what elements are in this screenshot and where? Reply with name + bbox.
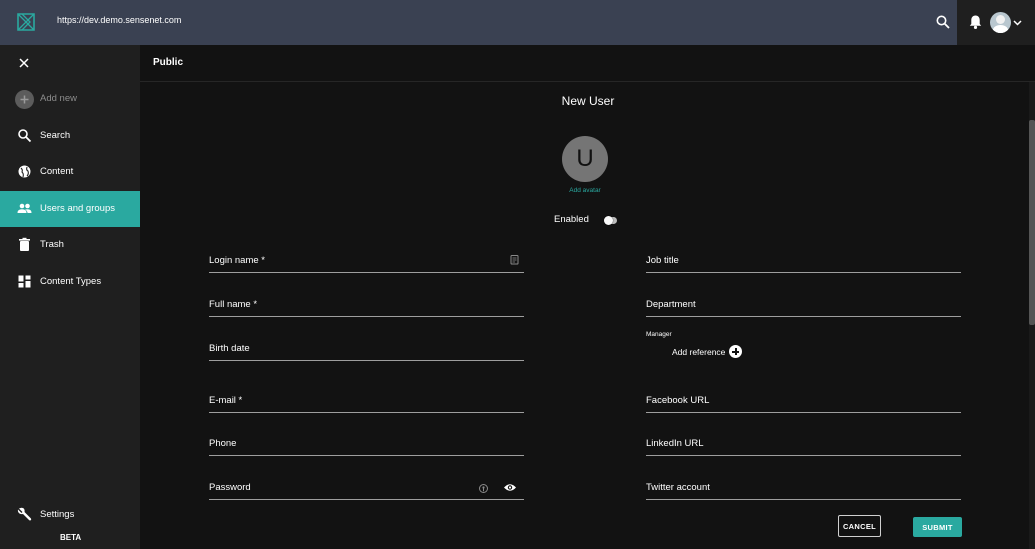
sidebar-item-settings[interactable]: Settings xyxy=(0,497,140,533)
sidebar-item-label: Trash xyxy=(40,239,64,250)
password-rules-icon[interactable] xyxy=(478,483,489,494)
search-icon xyxy=(18,129,32,143)
add-avatar-link[interactable]: Add avatar xyxy=(555,187,615,194)
widgets-icon xyxy=(18,275,31,288)
full-name-field[interactable]: Full name * xyxy=(209,299,524,317)
add-reference-link[interactable]: Add reference xyxy=(672,347,725,357)
sidebar-item-search[interactable]: Search xyxy=(0,118,140,154)
field-label: Password xyxy=(209,482,251,493)
avatar-body-shape xyxy=(993,25,1008,33)
sidebar-item-label: Search xyxy=(40,130,71,141)
manager-label: Manager xyxy=(646,331,672,338)
sidebar-item-label: Users and groups xyxy=(40,203,115,214)
field-label: Full name * xyxy=(209,299,258,310)
sidebar-item-add-new[interactable]: Add new xyxy=(0,81,140,117)
document-icon xyxy=(510,255,519,265)
form-title: New User xyxy=(561,94,615,108)
submit-button[interactable]: SUBMIT xyxy=(913,517,962,537)
people-icon xyxy=(17,203,32,213)
trash-icon xyxy=(19,237,30,251)
field-label: LinkedIn URL xyxy=(646,438,704,449)
job-title-field[interactable]: Job title xyxy=(646,255,961,273)
user-avatar[interactable] xyxy=(990,12,1011,33)
top-bar: https://dev.demo.sensenet.com xyxy=(0,0,1035,45)
chevron-down-icon[interactable] xyxy=(1013,18,1022,27)
sensenet-logo-icon[interactable] xyxy=(16,12,36,32)
bell-icon[interactable] xyxy=(968,14,983,30)
twitter-account-field[interactable]: Twitter account xyxy=(646,482,961,500)
login-name-field[interactable]: Login name * xyxy=(209,255,524,273)
enabled-toggle[interactable] xyxy=(604,216,617,225)
facebook-url-field[interactable]: Facebook URL xyxy=(646,395,961,413)
site-url: https://dev.demo.sensenet.com xyxy=(57,15,182,25)
sidebar-item-trash[interactable]: Trash xyxy=(0,227,140,263)
field-label: Facebook URL xyxy=(646,395,710,406)
password-field[interactable]: Password xyxy=(209,482,524,500)
wrench-icon xyxy=(17,507,32,521)
breadcrumb: Public xyxy=(140,45,1035,82)
sidebar-item-content[interactable]: Content xyxy=(0,154,140,190)
linkedin-url-field[interactable]: LinkedIn URL xyxy=(646,438,961,456)
globe-icon xyxy=(18,165,31,178)
sidebar-item-content-types[interactable]: Content Types xyxy=(0,264,140,300)
search-icon[interactable] xyxy=(935,14,951,30)
sidebar-item-users-and-groups[interactable]: Users and groups xyxy=(0,191,140,227)
phone-field[interactable]: Phone xyxy=(209,438,524,456)
field-label: Twitter account xyxy=(646,482,710,493)
field-label: Login name * xyxy=(209,255,265,266)
enabled-label: Enabled xyxy=(554,214,589,225)
sidebar-item-label: Settings xyxy=(40,509,75,520)
close-icon[interactable] xyxy=(18,57,30,69)
breadcrumb-current[interactable]: Public xyxy=(153,57,183,68)
scrollbar-thumb[interactable] xyxy=(1029,120,1035,325)
add-circle-icon xyxy=(15,90,34,109)
sidebar: Add new Search Content Users and groups … xyxy=(0,45,140,549)
cancel-button[interactable]: CANCEL xyxy=(838,515,881,537)
sidebar-item-label: Content xyxy=(40,166,74,177)
avatar-face-shape xyxy=(996,15,1005,24)
field-label: Job title xyxy=(646,255,679,266)
eye-icon[interactable] xyxy=(503,482,517,493)
email-field[interactable]: E-mail * xyxy=(209,395,524,413)
beta-badge: BETA xyxy=(60,533,82,542)
field-label: Phone xyxy=(209,438,237,449)
field-label: Department xyxy=(646,299,696,310)
field-label: E-mail * xyxy=(209,395,243,406)
add-reference-plus-icon[interactable] xyxy=(729,345,742,358)
toggle-knob xyxy=(604,216,613,225)
sidebar-item-label: Add new xyxy=(40,93,77,104)
field-label: Birth date xyxy=(209,343,250,354)
birth-date-field[interactable]: Birth date xyxy=(209,343,524,361)
department-field[interactable]: Department xyxy=(646,299,961,317)
sidebar-item-label: Content Types xyxy=(40,276,102,287)
user-avatar-placeholder: U xyxy=(562,136,608,182)
app-root: https://dev.demo.sensenet.com Add new Se… xyxy=(0,0,1035,549)
